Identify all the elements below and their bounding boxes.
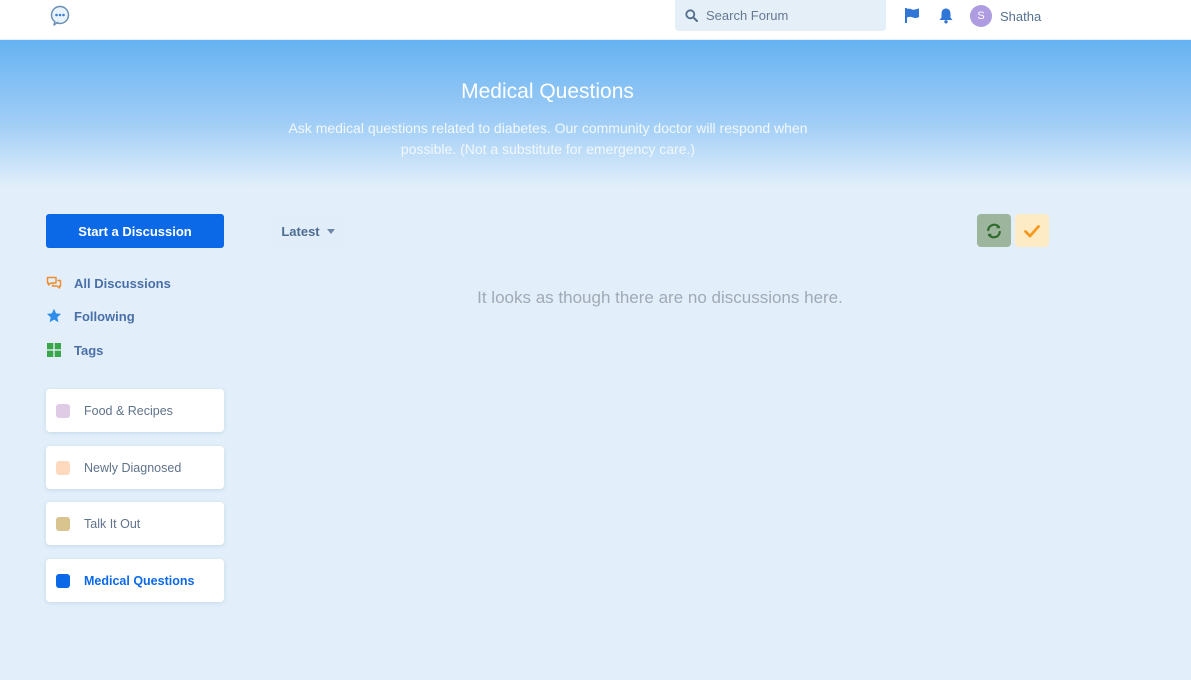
empty-state-message: It looks as though there are no discussi… bbox=[477, 288, 843, 307]
start-discussion-button[interactable]: Start a Discussion bbox=[46, 214, 224, 248]
tag-label: Medical Questions bbox=[84, 573, 195, 588]
sidebar-item-following[interactable]: Following bbox=[46, 306, 135, 326]
tag-item-newly-diagnosed[interactable]: Newly Diagnosed bbox=[46, 446, 224, 489]
tag-color-swatch bbox=[56, 403, 70, 418]
search-input[interactable] bbox=[706, 8, 876, 23]
search-icon bbox=[685, 9, 698, 22]
username[interactable]: Shatha bbox=[1000, 9, 1041, 24]
sort-label: Latest bbox=[281, 224, 320, 239]
search-bar[interactable] bbox=[675, 0, 886, 31]
star-icon bbox=[46, 308, 62, 323]
tag-label: Talk It Out bbox=[84, 516, 141, 531]
bell-icon[interactable] bbox=[938, 7, 954, 24]
tag-item-talk-it-out[interactable]: Talk It Out bbox=[46, 502, 224, 545]
forum-logo-icon[interactable] bbox=[49, 5, 71, 27]
tag-hero: Medical Questions Ask medical questions … bbox=[0, 40, 1191, 188]
tag-label: Newly Diagnosed bbox=[84, 460, 182, 475]
tag-color-swatch bbox=[56, 573, 70, 588]
sidebar-item-label: Following bbox=[74, 308, 135, 324]
tag-item-medical-questions[interactable]: Medical Questions bbox=[46, 559, 224, 602]
tag-label: Food & Recipes bbox=[84, 403, 173, 418]
refresh-button[interactable] bbox=[977, 214, 1011, 247]
refresh-icon bbox=[987, 223, 1001, 238]
checkmark-icon bbox=[1024, 224, 1040, 237]
tag-description: Ask medical questions related to diabete… bbox=[288, 120, 808, 157]
sidebar-item-label: Tags bbox=[74, 342, 104, 358]
caret-down-icon bbox=[326, 229, 335, 234]
sort-dropdown[interactable]: Latest bbox=[273, 216, 343, 247]
avatar[interactable]: S bbox=[970, 5, 992, 27]
tag-color-swatch bbox=[56, 516, 70, 531]
mark-all-read-button[interactable] bbox=[1015, 214, 1049, 247]
sidebar-item-tags[interactable]: Tags bbox=[46, 340, 103, 360]
top-header: S Shatha bbox=[0, 0, 1191, 40]
grid-icon bbox=[47, 343, 61, 357]
tag-item-food-recipes[interactable]: Food & Recipes bbox=[46, 389, 224, 432]
page-title: Medical Questions bbox=[461, 80, 634, 103]
tag-color-swatch bbox=[56, 460, 70, 475]
flag-icon[interactable] bbox=[904, 7, 921, 24]
